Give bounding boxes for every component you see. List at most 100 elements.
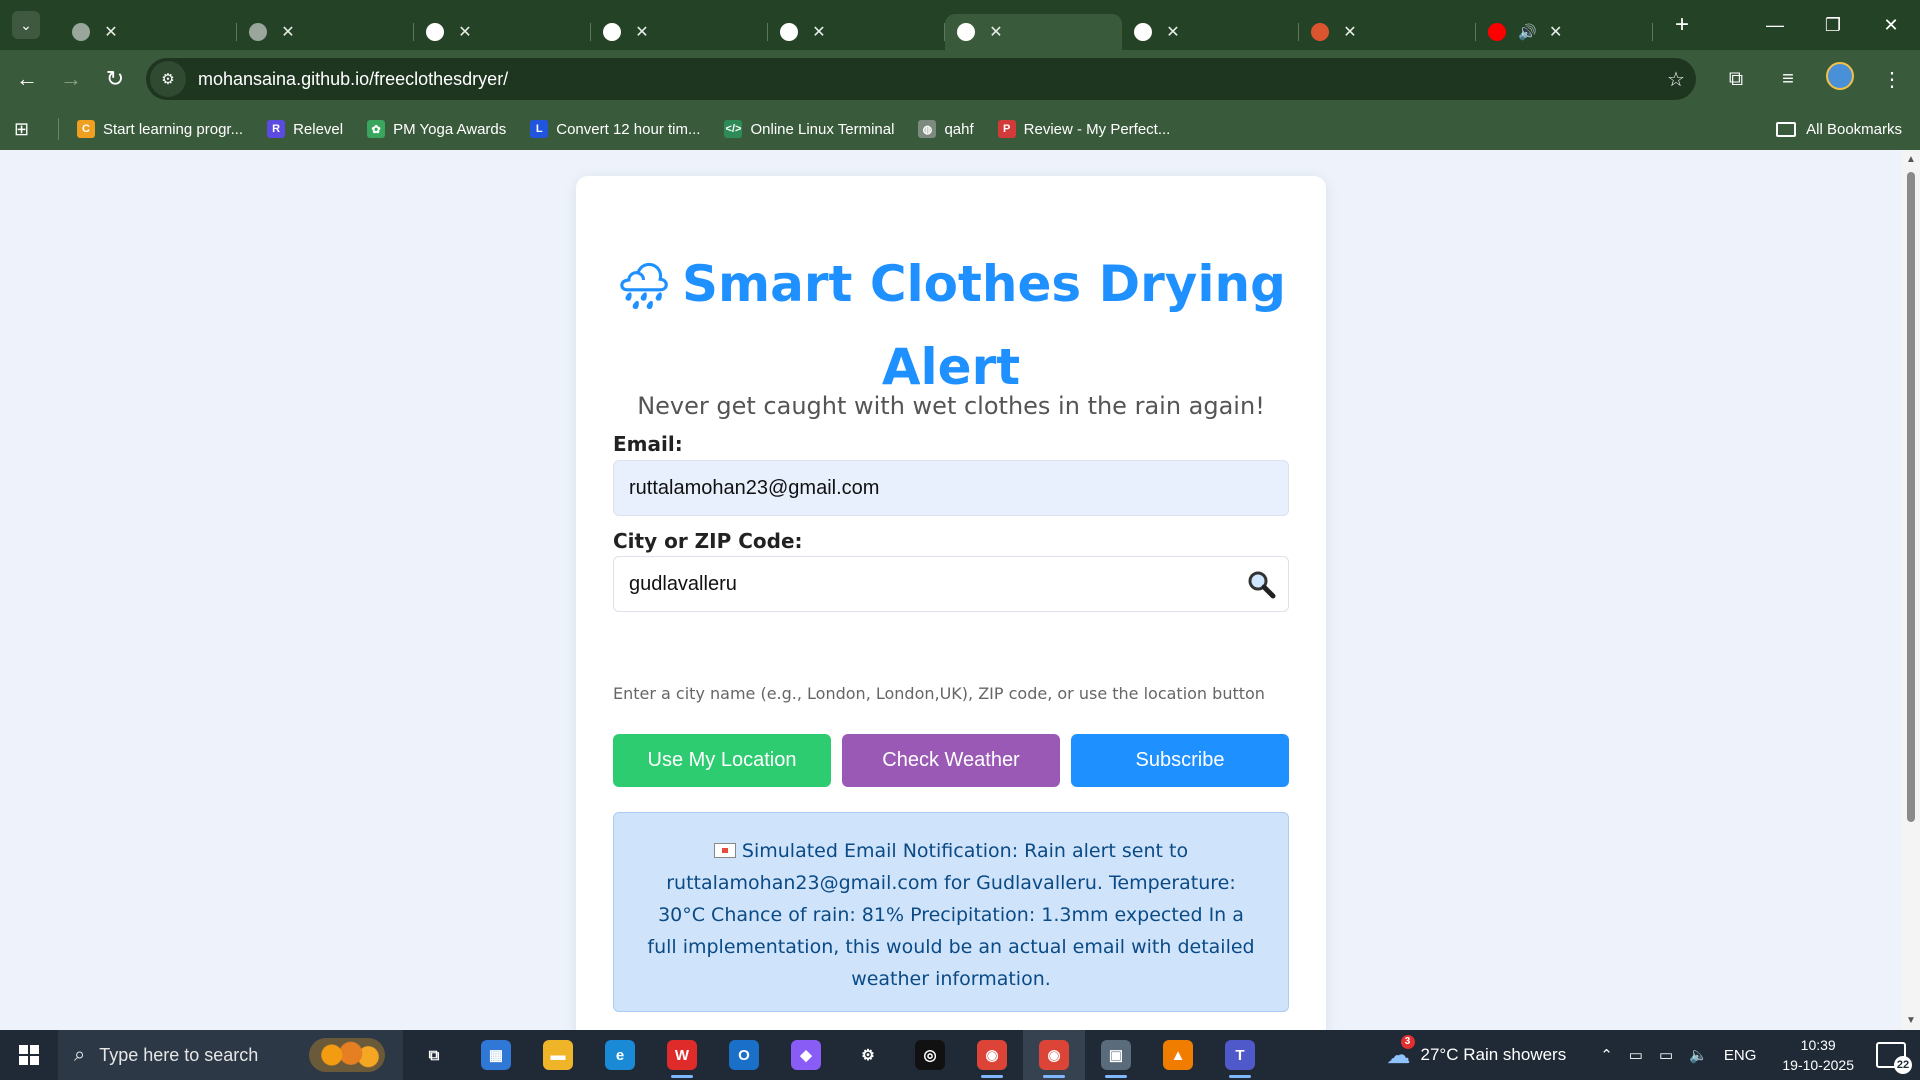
bookmark-label: Online Linux Terminal xyxy=(750,120,895,138)
taskbar-search-placeholder: Type here to search xyxy=(99,1044,259,1065)
close-tab-icon[interactable]: ✕ xyxy=(633,22,651,42)
city-field[interactable]: gudlavalleru xyxy=(613,556,1289,612)
close-tab-icon[interactable]: ✕ xyxy=(987,22,1005,42)
taskbar-app[interactable]: O xyxy=(713,1030,775,1080)
close-tab-icon[interactable]: ✕ xyxy=(102,22,120,42)
check-weather-button[interactable]: Check Weather xyxy=(842,734,1060,787)
bookmark-item[interactable]: C Start learning progr... xyxy=(77,120,243,138)
teams-icon: T xyxy=(1225,1040,1255,1070)
notification-center-icon[interactable]: 22 xyxy=(1876,1042,1912,1074)
browser-tab[interactable]: New Blueprin✕ xyxy=(591,14,1155,151)
browser-tab[interactable]: New Web Ser✕ xyxy=(768,14,1330,151)
browser-tab[interactable]: (308) The🔊✕ xyxy=(1476,14,1920,151)
blueprint-icon xyxy=(603,23,621,41)
openai-icon xyxy=(1134,23,1152,41)
forward-icon[interactable]: → xyxy=(54,62,88,96)
site-info-icon[interactable]: ⚙ xyxy=(150,61,186,97)
browser-tab[interactable]: Project review✕ xyxy=(1122,14,1700,151)
media-controls-icon[interactable]: ≡ xyxy=(1762,68,1814,91)
bookmark-item[interactable]: P Review - My Perfect... xyxy=(997,120,1171,138)
close-window-icon[interactable]: ✕ xyxy=(1862,15,1920,36)
subscribe-button[interactable]: Subscribe xyxy=(1071,734,1289,787)
close-tab-icon[interactable]: ✕ xyxy=(1341,22,1359,42)
bookmark-label: Review - My Perfect... xyxy=(1023,120,1171,138)
browser-tab[interactable]: New Web Ser✕ xyxy=(414,14,976,151)
close-tab-icon[interactable]: ✕ xyxy=(810,22,828,42)
search-icon[interactable] xyxy=(1246,569,1276,599)
tab-list: AI Review & I✕AI Review & I✕New Web Ser✕… xyxy=(60,0,1920,151)
taskbar-app[interactable]: ◉ xyxy=(1023,1030,1085,1080)
bookmark-label: Start learning progr... xyxy=(103,120,244,138)
clock[interactable]: 10:39 19-10-2025 xyxy=(1782,1035,1854,1075)
page-scrollbar[interactable]: ▲ ▼ xyxy=(1902,150,1920,1030)
profile-avatar[interactable] xyxy=(1814,62,1866,96)
taskbar-apps: ⧉ ▦ ▬ e W O ◆ ⚙ ◎ ◉ ◉ ▣ ▲ T xyxy=(403,1030,1271,1080)
weather-widget[interactable]: ☁ 3 27°C Rain showers xyxy=(1387,1034,1566,1070)
store-icon: ▦ xyxy=(481,1040,511,1070)
address-bar[interactable]: ⚙ mohansaina.github.io/freeclothesdryer/… xyxy=(146,58,1696,100)
taskbar-app[interactable]: ▦ xyxy=(465,1030,527,1080)
taskbar-app[interactable]: ◎ xyxy=(899,1030,961,1080)
scroll-down-icon[interactable]: ▼ xyxy=(1906,1015,1916,1026)
close-tab-icon[interactable]: ✕ xyxy=(279,22,297,42)
email-field[interactable]: ruttalamohan23@gmail.com xyxy=(613,460,1289,516)
snipping-tool-icon: ▣ xyxy=(1101,1040,1131,1070)
scroll-up-icon[interactable]: ▲ xyxy=(1906,154,1916,165)
battery-icon[interactable]: ▭ xyxy=(1659,1046,1673,1064)
search-highlight-image xyxy=(309,1038,385,1072)
start-button[interactable] xyxy=(0,1030,58,1080)
globe-icon: ◍ xyxy=(918,120,937,138)
use-my-location-button[interactable]: Use My Location xyxy=(613,734,831,787)
bookmark-label: Relevel xyxy=(293,120,344,138)
reload-icon[interactable]: ↻ xyxy=(98,62,132,96)
language-indicator[interactable]: ENG xyxy=(1724,1047,1757,1064)
close-tab-icon[interactable]: ✕ xyxy=(456,22,474,42)
browser-tab[interactable]: Smart Clo✕ xyxy=(945,14,1458,151)
taskbar-app[interactable]: T xyxy=(1209,1030,1271,1080)
taskbar-search-box[interactable]: ⌕ Type here to search xyxy=(58,1030,403,1080)
taskbar-app[interactable]: ⚙ xyxy=(837,1030,899,1080)
taskbar-app[interactable]: e xyxy=(589,1030,651,1080)
copilot-icon: ◆ xyxy=(791,1040,821,1070)
extensions-icon[interactable]: ⧉ xyxy=(1710,68,1762,91)
browser-tab[interactable]: AI Review & I✕ xyxy=(60,14,622,151)
meet-icon[interactable]: ▭ xyxy=(1629,1046,1643,1064)
bookmark-label: qahf xyxy=(944,120,974,138)
taskbar-app[interactable]: ◉ xyxy=(961,1030,1023,1080)
new-tab-button[interactable]: + xyxy=(1667,11,1697,39)
url-text[interactable]: mohansaina.github.io/freeclothesdryer/ xyxy=(198,69,1656,90)
browser-tab[interactable]: Product Hunt✕ xyxy=(1299,14,1861,151)
audio-playing-icon[interactable]: 🔊 xyxy=(1518,23,1537,41)
taskbar-app[interactable]: ▬ xyxy=(527,1030,589,1080)
close-tab-icon[interactable]: ✕ xyxy=(1547,22,1565,42)
restore-icon[interactable]: ❐ xyxy=(1804,15,1862,36)
minimize-icon[interactable]: — xyxy=(1746,15,1804,36)
close-tab-icon[interactable]: ✕ xyxy=(1164,22,1182,42)
chrome-icon: ◉ xyxy=(1039,1040,1069,1070)
bookmark-item[interactable]: ✿ PM Yoga Awards xyxy=(367,120,506,138)
scrollbar-thumb[interactable] xyxy=(1907,172,1915,822)
menu-icon[interactable]: ⋮ xyxy=(1866,67,1918,92)
email-value: ruttalamohan23@gmail.com xyxy=(629,476,880,499)
bookmark-star-icon[interactable]: ☆ xyxy=(1656,67,1696,92)
taskbar-app[interactable]: ⧉ xyxy=(403,1030,465,1080)
back-icon[interactable]: ← xyxy=(10,62,44,96)
taskbar-app[interactable]: ◆ xyxy=(775,1030,837,1080)
taskbar-app[interactable]: ▣ xyxy=(1085,1030,1147,1080)
bookmark-item[interactable]: ◍ qahf xyxy=(918,120,974,138)
bookmark-item[interactable]: </> Online Linux Terminal xyxy=(724,120,894,138)
bookmark-item[interactable]: L Convert 12 hour tim... xyxy=(530,120,700,138)
all-bookmarks-button[interactable]: All Bookmarks xyxy=(1776,121,1902,138)
tab-search-icon[interactable]: ⌄ xyxy=(12,11,40,39)
taskbar-app[interactable]: W xyxy=(651,1030,713,1080)
globe-icon xyxy=(72,23,90,41)
weather-badge: 3 xyxy=(1400,1034,1415,1049)
volume-icon[interactable]: 🔈 xyxy=(1689,1046,1708,1064)
taskbar-app[interactable]: ▲ xyxy=(1147,1030,1209,1080)
show-hidden-icons-icon[interactable]: ⌃ xyxy=(1600,1046,1613,1064)
chrome-icon: ◉ xyxy=(977,1040,1007,1070)
browser-tab[interactable]: AI Review & I✕ xyxy=(237,14,799,151)
bookmark-item[interactable]: R Relevel xyxy=(267,120,343,138)
apps-grid-icon[interactable]: ⊞ xyxy=(14,119,36,140)
system-tray: ☁ 3 27°C Rain showers ⌃ ▭ ▭ 🔈 ENG 10:39 1… xyxy=(1387,1030,1920,1080)
